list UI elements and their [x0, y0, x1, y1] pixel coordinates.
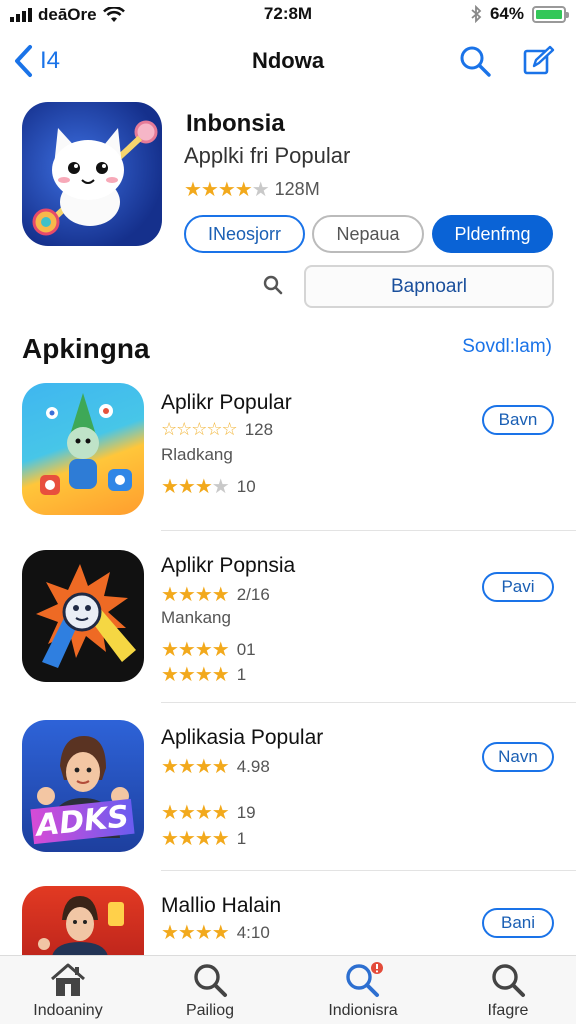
app-icon: [22, 550, 144, 682]
rating-line: ★★★★ 1: [161, 826, 246, 851]
tab-label: Pailiog: [185, 1002, 235, 1019]
rating-line: ★★★★ 19: [161, 800, 256, 825]
rating-value: 4.98: [236, 756, 270, 776]
rating-stars: ★★★★★: [184, 179, 270, 201]
battery-icon: [532, 5, 569, 23]
tab-bar: Indoaniny Pailiog Indionisra Ifagre: [0, 955, 576, 1024]
compose-icon: [523, 45, 555, 75]
rating-count: 128M: [274, 179, 320, 199]
get-button[interactable]: Bavn: [482, 405, 554, 435]
app-icon: ADKS: [22, 720, 144, 852]
cat-mascot-icon: [32, 120, 158, 236]
navigation-bar: I4 Ndowa: [0, 40, 576, 84]
home-icon: [51, 963, 85, 996]
rating-stars: ★★★★: [161, 828, 230, 850]
app-name: Aplikr Popular: [161, 391, 292, 414]
app-icon: [22, 886, 144, 956]
search-icon: [492, 964, 525, 997]
see-all-link[interactable]: Sovdl:lam): [462, 336, 552, 358]
rating-value: 19: [236, 802, 256, 822]
featured-action-button-1[interactable]: INeosjorr: [184, 215, 305, 253]
rating-value: 01: [236, 639, 256, 659]
app-name: Aplikasia Popular: [161, 726, 324, 749]
rating-line: ★★★★ 01: [161, 637, 256, 662]
status-bar: deāOre 72:8M 64%: [0, 0, 576, 28]
search-icon: [460, 46, 491, 77]
app-category: Mankang: [161, 608, 231, 627]
burst-badge-icon: [36, 564, 136, 668]
battery-percent: 64%: [489, 4, 524, 23]
rating-line: ★★★★ 4.98: [161, 754, 270, 779]
get-button[interactable]: Navn: [482, 742, 554, 772]
divider: [161, 702, 576, 703]
featured-action-button-3[interactable]: Pldenfmg: [432, 215, 553, 253]
rating-stars: ★★★★: [161, 756, 230, 778]
featured-action-button-2[interactable]: Nepaua: [312, 215, 424, 253]
search-field[interactable]: Bapnoarl: [304, 265, 554, 308]
featured-rating: ★★★★★ 128M: [184, 177, 320, 202]
app-icon: [22, 383, 144, 515]
rating-line: ★★★★ 2/16: [161, 582, 270, 607]
gnome-character-icon: [40, 393, 132, 495]
rating-stars: ★★★★: [161, 664, 230, 686]
search-icon-small: [263, 275, 283, 295]
rating-line: ★★★★ 4:10: [161, 920, 270, 945]
status-right: 64%: [470, 4, 569, 24]
get-button[interactable]: Pavi: [482, 572, 554, 602]
featured-app-title: Inbonsia: [186, 110, 285, 137]
person-avatar-icon: [38, 896, 124, 956]
rating-value: 2/16: [236, 584, 270, 604]
featured-app-icon[interactable]: [22, 102, 162, 246]
bluetooth-icon: [471, 5, 482, 23]
section-title: Apkingna: [22, 333, 150, 364]
rating-line: ★★★★ 10: [161, 474, 256, 499]
rating-value: 1: [236, 828, 247, 848]
divider: [161, 870, 576, 871]
rating-line: ★★★★ 1: [161, 662, 246, 687]
rating-value: 128: [244, 419, 274, 439]
rating-value: 4:10: [236, 922, 270, 942]
get-button[interactable]: Bani: [482, 908, 554, 938]
app-name: Mallio Halain: [161, 894, 282, 917]
compose-button[interactable]: [522, 44, 556, 78]
tab-discover[interactable]: Indionisra: [298, 962, 428, 1020]
search-button[interactable]: [458, 44, 492, 78]
search-icon: [194, 964, 227, 997]
rating-line: ☆☆☆☆☆ 128: [161, 419, 273, 440]
tab-search[interactable]: Pailiog: [145, 962, 275, 1020]
rating-stars: ☆☆☆☆☆: [161, 419, 238, 439]
tab-label: Indoaniny: [33, 1002, 103, 1019]
tab-label: Ifagre: [487, 1002, 529, 1019]
app-name: Aplikr Popnsia: [161, 554, 296, 577]
rating-stars: ★★★★: [161, 476, 230, 498]
rating-stars: ★★★★: [161, 584, 230, 606]
tab-home[interactable]: Indoaniny: [3, 962, 133, 1020]
tab-more[interactable]: Ifagre: [443, 962, 573, 1020]
divider: [161, 530, 576, 531]
app-category: Rladkang: [161, 445, 233, 464]
featured-app-subtitle: Applki fri Popular: [184, 143, 351, 168]
tab-label: Indionisra: [328, 1002, 398, 1019]
rating-value: 1: [236, 664, 247, 684]
rating-stars: ★★★★: [161, 922, 230, 944]
rating-stars: ★★★★: [161, 639, 230, 661]
search-badge-icon: [346, 962, 383, 997]
rating-value: 10: [236, 476, 256, 496]
rating-stars: ★★★★: [161, 802, 230, 824]
